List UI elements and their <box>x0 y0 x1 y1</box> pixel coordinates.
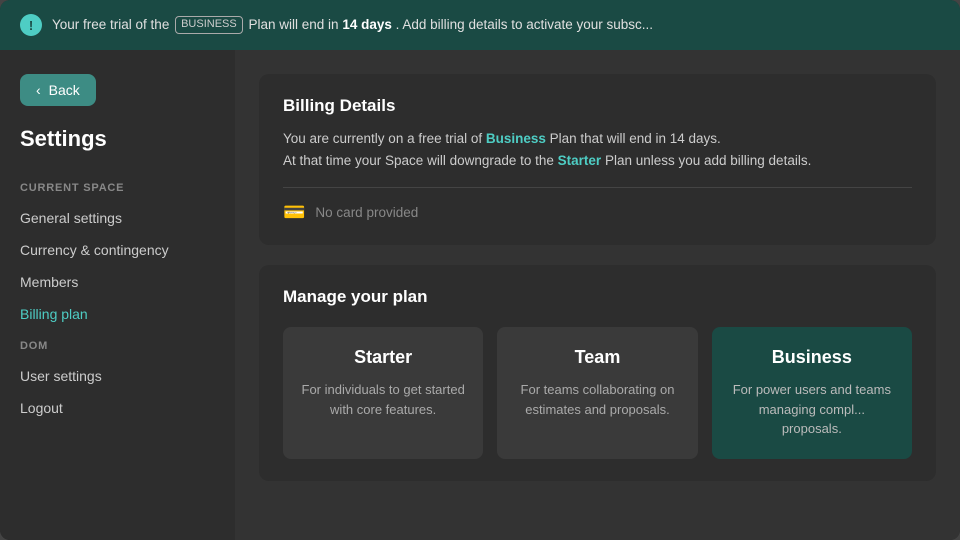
plan-card-business[interactable]: Business For power users and teams manag… <box>712 327 912 459</box>
plan-name-business: Business <box>728 347 896 368</box>
back-button[interactable]: ‹ Back <box>20 74 96 106</box>
back-label: Back <box>49 82 80 98</box>
manage-plan-card: Manage your plan Starter For individuals… <box>259 265 936 481</box>
manage-plan-title: Manage your plan <box>283 287 912 307</box>
business-badge: BUSINESS <box>175 16 243 33</box>
billing-line1: You are currently on a free trial of Bus… <box>283 128 912 150</box>
billing-line2-before: At that time your Space will downgrade t… <box>283 153 558 168</box>
plan-desc-business: For power users and teams managing compl… <box>728 380 896 439</box>
sidebar-item-user-settings[interactable]: User settings <box>0 360 235 392</box>
warning-icon: ! <box>20 14 42 36</box>
billing-line2-after: Plan unless you add billing details. <box>601 153 811 168</box>
banner-text: Your free trial of the BUSINESS Plan wil… <box>52 16 653 35</box>
app-container: ! Your free trial of the BUSINESS Plan w… <box>0 0 960 540</box>
billing-details-text: You are currently on a free trial of Bus… <box>283 128 912 171</box>
billing-line2: At that time your Space will downgrade t… <box>283 150 912 172</box>
billing-line1-after: Plan that will end in 14 days. <box>546 131 721 146</box>
banner-text-after: . Add billing details to activate your s… <box>396 17 653 32</box>
plan-desc-starter: For individuals to get started with core… <box>299 380 467 419</box>
plan-desc-team: For teams collaborating on estimates and… <box>513 380 681 419</box>
sidebar-item-members[interactable]: Members <box>0 266 235 298</box>
billing-business-link[interactable]: Business <box>486 131 546 146</box>
main-layout: ‹ Back Settings CURRENT SPACE General se… <box>0 50 960 540</box>
sidebar: ‹ Back Settings CURRENT SPACE General se… <box>0 50 235 540</box>
plan-name-team: Team <box>513 347 681 368</box>
top-banner: ! Your free trial of the BUSINESS Plan w… <box>0 0 960 50</box>
billing-line1-before: You are currently on a free trial of <box>283 131 486 146</box>
plan-card-starter[interactable]: Starter For individuals to get started w… <box>283 327 483 459</box>
banner-text-before: Your free trial of the <box>52 17 169 32</box>
billing-details-card: Billing Details You are currently on a f… <box>259 74 936 245</box>
section-label-dom: DOM <box>0 340 235 352</box>
no-card-text: No card provided <box>315 205 418 220</box>
sidebar-item-logout[interactable]: Logout <box>0 392 235 424</box>
card-info-row: 💳 No card provided <box>283 187 912 223</box>
banner-days: 14 days <box>342 17 392 32</box>
sidebar-item-currency-contingency[interactable]: Currency & contingency <box>0 234 235 266</box>
credit-card-icon: 💳 <box>283 202 305 223</box>
plans-grid: Starter For individuals to get started w… <box>283 327 912 459</box>
back-arrow-icon: ‹ <box>36 82 41 98</box>
billing-starter-link[interactable]: Starter <box>558 153 602 168</box>
section-label-current-space: CURRENT SPACE <box>0 182 235 194</box>
sidebar-item-billing-plan[interactable]: Billing plan <box>0 298 235 330</box>
content-area: Billing Details You are currently on a f… <box>235 50 960 540</box>
billing-details-title: Billing Details <box>283 96 912 116</box>
sidebar-title: Settings <box>0 126 235 152</box>
banner-text-middle: Plan will end in <box>249 17 339 32</box>
sidebar-item-general-settings[interactable]: General settings <box>0 202 235 234</box>
plan-name-starter: Starter <box>299 347 467 368</box>
plan-card-team[interactable]: Team For teams collaborating on estimate… <box>497 327 697 459</box>
